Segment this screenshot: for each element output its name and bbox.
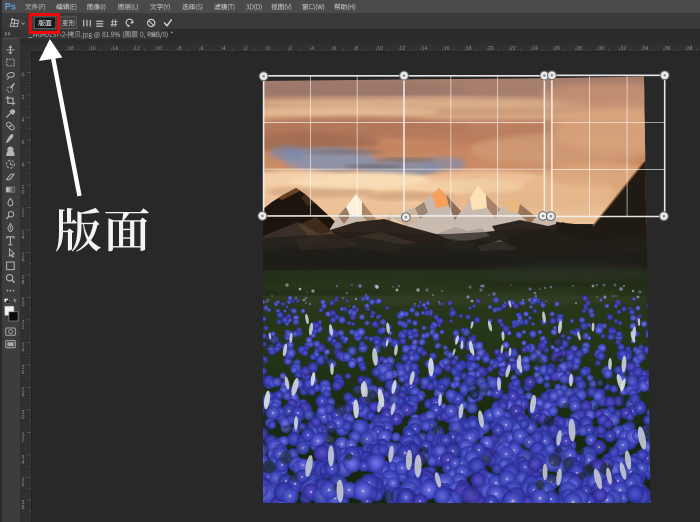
svg-text:8: 8 [22,505,25,511]
svg-text:30: 30 [598,46,604,52]
svg-text:38: 38 [687,46,693,52]
svg-text:6: 6 [333,46,336,52]
svg-text:2: 2 [22,213,25,219]
svg-text:0: 0 [22,303,25,309]
svg-text:6: 6 [201,46,204,52]
svg-text:18: 18 [68,46,74,52]
svg-text:0: 0 [22,72,25,78]
svg-text:4: 4 [223,46,226,52]
svg-text:6: 6 [22,258,25,264]
svg-text:0: 0 [267,46,270,52]
svg-text:2: 2 [22,95,25,101]
svg-text:4: 4 [22,348,25,354]
svg-text:4: 4 [22,117,25,123]
svg-text:0: 0 [22,190,25,196]
svg-text:8: 8 [22,280,25,286]
svg-text:16: 16 [444,46,450,52]
svg-text:8: 8 [355,46,358,52]
svg-text:14: 14 [112,46,118,52]
svg-text:26: 26 [554,46,560,52]
svg-text:8: 8 [22,162,25,168]
svg-text:10: 10 [377,46,383,52]
svg-text:18: 18 [466,46,472,52]
svg-text:28: 28 [576,46,582,52]
svg-text:Ps: Ps [5,2,16,12]
svg-text:12: 12 [134,46,140,52]
svg-text:22: 22 [510,46,516,52]
svg-text:4: 4 [311,46,314,52]
svg-text:6: 6 [22,370,25,376]
svg-text:14: 14 [422,46,428,52]
svg-text:32: 32 [621,46,627,52]
svg-text:2: 2 [22,438,25,444]
svg-text:20: 20 [488,46,494,52]
svg-text:4: 4 [22,235,25,241]
svg-text:6: 6 [22,140,25,146]
svg-text:6: 6 [22,483,25,489]
svg-text:2: 2 [289,46,292,52]
svg-text:16: 16 [90,46,96,52]
svg-text:36: 36 [665,46,671,52]
svg-text:4: 4 [22,460,25,466]
svg-text:12: 12 [400,46,406,52]
svg-text:2: 2 [245,46,248,52]
svg-text:10: 10 [156,46,162,52]
svg-text:8: 8 [179,46,182,52]
svg-text:2: 2 [22,325,25,331]
svg-text:24: 24 [532,46,538,52]
svg-text:0: 0 [22,415,25,421]
svg-text:8: 8 [22,393,25,399]
svg-text:34: 34 [643,46,649,52]
